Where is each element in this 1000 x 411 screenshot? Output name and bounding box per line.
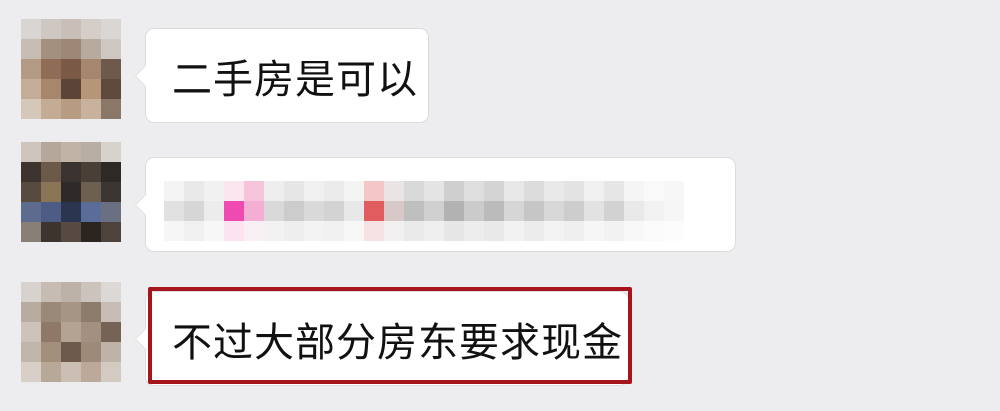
avatar[interactable] [21,19,121,119]
message-text: 二手房是可以 [172,56,418,103]
highlight-box [148,287,632,384]
bubble-tail [136,329,146,349]
bubble-tail [136,195,146,215]
pixelated-message-text [164,221,684,241]
avatar[interactable] [21,282,121,382]
avatar[interactable] [21,142,121,242]
bubble-tail [136,66,146,86]
pixelated-message-text [164,181,684,201]
message-bubble[interactable] [135,157,736,252]
pixelated-message-text [164,201,684,221]
message-bubble[interactable]: 二手房是可以 [135,28,429,123]
